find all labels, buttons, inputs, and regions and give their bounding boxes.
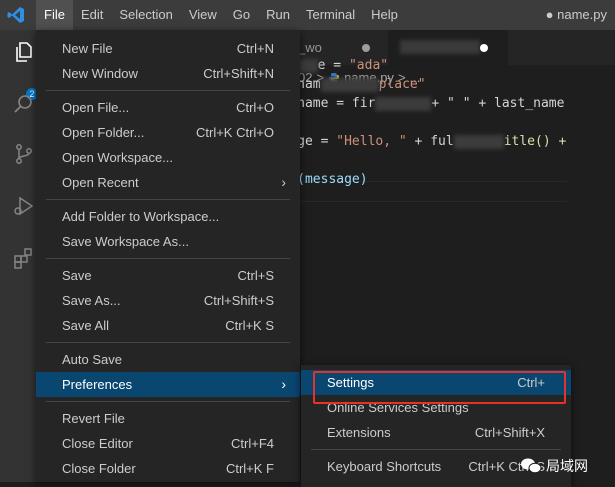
vscode-logo-icon [7,7,24,23]
unsaved-dot-icon [362,44,370,52]
menu-separator [46,90,290,91]
menu-separator [46,401,290,402]
menu-separator [46,342,290,343]
unsaved-dot-icon-active [480,44,488,52]
menu-bar: File Edit Selection View Go Run Terminal… [36,0,406,30]
menu-separator [311,449,561,450]
watermark: 局域网 [520,456,588,476]
menu-item-preferences[interactable]: Preferences › [36,372,300,397]
menu-run[interactable]: Run [258,0,298,30]
menu-item-open-folder[interactable]: Open Folder... Ctrl+K Ctrl+O [36,120,300,145]
code-line: print(message) [258,172,368,187]
menu-item-save-workspace-as[interactable]: Save Workspace As... [36,229,300,254]
window-title: ● name.py [545,7,607,22]
run-debug-icon[interactable] [12,194,36,218]
redacted-tab-label [400,40,480,54]
menu-separator [46,199,290,200]
code-line: full_name = fir + " " + last_name [258,96,565,111]
search-icon[interactable] [12,92,36,116]
menu-item-revert-file[interactable]: Revert File [36,406,300,431]
menu-item-new-window[interactable]: New Window Ctrl+Shift+N [36,61,300,86]
watermark-text: 局域网 [546,458,588,474]
menu-item-extensions[interactable]: Extensions Ctrl+Shift+X [301,420,571,445]
menu-terminal[interactable]: Terminal [298,0,363,30]
file-menu: New File Ctrl+N New Window Ctrl+Shift+N Op… [36,30,300,482]
menu-edit[interactable]: Edit [73,0,111,30]
code-line: last_namplace" [258,75,566,94]
explorer-icon[interactable] [12,40,36,64]
settings-highlight-box [313,371,566,404]
menu-item-new-file[interactable]: New File Ctrl+N [36,36,300,61]
code-line: message = "Hello, " + fulitle() + [258,134,567,149]
menu-item-open-workspace[interactable]: Open Workspace... [36,145,300,170]
redacted-code [453,134,504,149]
redacted-code [375,96,432,111]
menu-item-auto-save[interactable]: Auto Save [36,347,300,372]
menu-item-open-file[interactable]: Open File... Ctrl+O [36,95,300,120]
menu-go[interactable]: Go [225,0,258,30]
code-line: fie = "ada" [258,56,566,75]
menu-help[interactable]: Help [363,0,406,30]
chevron-right-icon: › [281,376,286,392]
menu-selection[interactable]: Selection [111,0,180,30]
menu-separator [46,258,290,259]
menu-item-close-editor[interactable]: Close Editor Ctrl+F4 [36,431,300,456]
menu-item-add-folder[interactable]: Add Folder to Workspace... [36,204,300,229]
code-editor[interactable]: fie = "ada" last_namplace" full_name = f… [258,56,566,189]
extensions-icon[interactable] [12,246,36,270]
source-control-icon[interactable] [12,142,36,166]
title-bar: File Edit Selection View Go Run Terminal… [0,0,615,30]
menu-item-open-recent[interactable]: Open Recent › [36,170,300,195]
menu-item-save[interactable]: Save Ctrl+S [36,263,300,288]
menu-view[interactable]: View [181,0,225,30]
menu-item-close-folder[interactable]: Close Folder Ctrl+K F [36,456,300,481]
menu-item-save-all[interactable]: Save All Ctrl+K S [36,313,300,338]
menu-item-save-as[interactable]: Save As... Ctrl+Shift+S [36,288,300,313]
wechat-icon [521,458,542,474]
chevron-right-icon: › [281,174,286,190]
menu-file[interactable]: File [36,0,73,30]
redacted-code [320,77,379,92]
